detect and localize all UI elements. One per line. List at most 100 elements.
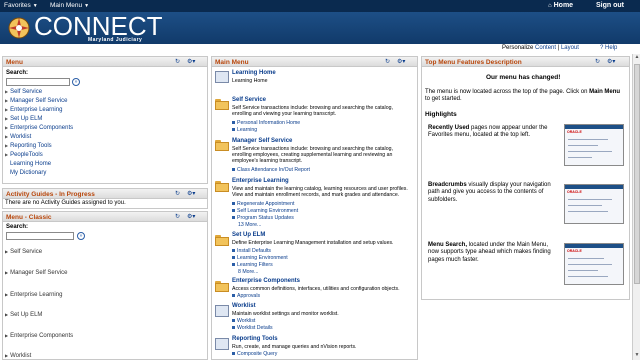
refresh-icon[interactable]: ↻ (175, 190, 180, 197)
expand-arrow-icon: ▶ (5, 152, 9, 157)
help-label: Help (605, 45, 618, 51)
classic-item-self-service[interactable]: ▶ Self Service (5, 249, 42, 255)
home-link[interactable]: ⌂ Home (548, 2, 573, 9)
menu-search-screenshot: ORACLE (564, 243, 624, 285)
main-entry-enterprise-components[interactable]: Enterprise Components (232, 278, 300, 284)
scroll-down-icon[interactable]: ▼ (633, 352, 640, 360)
favorites-menu[interactable]: Favorites ▼ (4, 2, 38, 9)
pagelet-header: Activity Guides - In Progress ↻ ⚙▾ (3, 189, 207, 199)
menu-search-input[interactable] (6, 78, 70, 86)
sublink[interactable]: Worklist Details (232, 325, 273, 331)
breadcrumbs-bold: Breadcrumbs (428, 182, 467, 188)
reporting-tools-icon (215, 338, 229, 350)
main-entry-enterprise-learning[interactable]: Enterprise Learning (232, 178, 289, 184)
bullet-icon (232, 326, 235, 330)
classic-search-input[interactable] (6, 232, 74, 240)
scroll-thumb[interactable] (634, 64, 640, 284)
sublink[interactable]: Install Defaults (232, 248, 271, 254)
folder-icon (215, 181, 229, 192)
features-intro: The menu is now located across the top o… (425, 89, 625, 104)
settings-icon[interactable]: ⚙▾ (397, 58, 405, 65)
personalize-layout-link[interactable]: Layout (561, 45, 579, 51)
settings-icon[interactable]: ⚙▾ (187, 213, 195, 220)
sublink-label: Personal Information Home (237, 120, 301, 126)
personalize-label: Personalize (502, 45, 534, 51)
menu-item-enterprise-learning[interactable]: ▶ Enterprise Learning (5, 107, 62, 113)
classic-item-set-up-elm[interactable]: ▶ Set Up ELM (5, 312, 42, 318)
menu-item-manager-self-service[interactable]: ▶ Manager Self Service (5, 98, 67, 104)
entry-description: Self Service transactions include: brows… (232, 105, 393, 118)
pagelet-title: Menu - Classic (6, 213, 52, 221)
sublink[interactable]: Program Status Updates (232, 215, 294, 221)
sublink[interactable]: Worklist (232, 318, 255, 324)
settings-icon[interactable]: ⚙▾ (187, 58, 195, 65)
menu-item-enterprise-components[interactable]: ▶ Enterprise Components (5, 125, 73, 131)
classic-item-label: Enterprise Learning (10, 292, 63, 298)
folder-icon (215, 99, 229, 110)
sublink[interactable]: Learning Filters (232, 262, 273, 268)
main-menu-label: Main Menu (50, 2, 83, 9)
menu-item-label: Enterprise Learning (10, 107, 63, 113)
sublink[interactable]: Composite Query (232, 351, 277, 357)
recently-used-screenshot: ORACLE (564, 124, 624, 166)
sublink[interactable]: Learning Environment (232, 255, 288, 261)
refresh-icon[interactable]: ↻ (385, 58, 390, 65)
main-entry-self-service[interactable]: Self Service (232, 97, 266, 103)
scroll-up-icon[interactable]: ▲ (633, 54, 640, 62)
sublink[interactable]: Approvals (232, 293, 260, 299)
classic-item-label: Self Service (10, 249, 43, 255)
menu-item-my-dictionary[interactable]: My Dictionary (10, 170, 46, 176)
pagelet-header: Top Menu Features Description ↻ ⚙▾ (422, 57, 629, 67)
menu-search-bold: Menu Search, (428, 242, 468, 248)
recent-description: Recently Used pages now appear under the… (428, 125, 556, 140)
more-link[interactable]: 8 More... (238, 269, 258, 275)
menu-item-learning-home[interactable]: Learning Home (10, 161, 51, 167)
recent-bold: Recently Used (428, 125, 470, 131)
refresh-icon[interactable]: ↻ (595, 58, 600, 65)
main-entry-set-up-elm[interactable]: Set Up ELM (232, 232, 265, 238)
search-go-icon[interactable]: » (72, 78, 80, 86)
oracle-logo: ORACLE (567, 130, 582, 134)
menu-item-peopletools[interactable]: ▶ PeopleTools (5, 152, 43, 158)
settings-icon[interactable]: ⚙▾ (187, 190, 195, 197)
refresh-icon[interactable]: ↻ (175, 58, 180, 65)
classic-item-worklist[interactable]: ▶ Worklist (5, 353, 31, 359)
main-menu-dropdown[interactable]: Main Menu ▼ (50, 2, 89, 9)
pagelet-header: Menu ↻ ⚙▾ (3, 57, 207, 67)
more-link[interactable]: 13 More... (238, 222, 261, 228)
sublink[interactable]: Class Attendance In/Out Report (232, 167, 310, 173)
entry-description: View and maintain the learning catalog, … (232, 186, 408, 199)
menu-item-worklist[interactable]: ▶ Worklist (5, 134, 31, 140)
menu-item-self-service[interactable]: ▶ Self Service (5, 89, 42, 95)
expand-arrow-icon: ▶ (5, 125, 9, 130)
classic-item-manager-self-service[interactable]: ▶ Manager Self Service (5, 270, 67, 276)
menu-item-set-up-elm[interactable]: ▶ Set Up ELM (5, 116, 42, 122)
sublink[interactable]: Learning (232, 127, 257, 133)
classic-item-enterprise-components[interactable]: ▶ Enterprise Components (5, 333, 73, 339)
expand-arrow-icon: ▶ (5, 353, 9, 358)
bullet-icon (232, 209, 235, 213)
settings-icon[interactable]: ⚙▾ (607, 58, 615, 65)
main-entry-manager-self-service[interactable]: Manager Self Service (232, 138, 292, 144)
page-scrollbar[interactable]: ▲ ▼ (632, 54, 640, 360)
classic-item-enterprise-learning[interactable]: ▶ Enterprise Learning (5, 292, 62, 298)
sublink[interactable]: Regenerate Appointment (232, 201, 294, 207)
pagelet-header: Main Menu ↻ ⚙▾ (212, 57, 417, 67)
help-link[interactable]: ? Help (600, 45, 617, 51)
main-entry-reporting-tools[interactable]: Reporting Tools (232, 336, 278, 342)
search-go-icon[interactable]: » (77, 232, 85, 240)
search-label: Search: (6, 224, 29, 230)
sublink[interactable]: Personal Information Home (232, 120, 300, 126)
bullet-icon (232, 216, 235, 220)
separator: | (557, 45, 560, 51)
bullet-icon (232, 202, 235, 206)
bullet-icon (232, 128, 235, 132)
sublink-label: Composite Query (237, 351, 278, 357)
sign-out-link[interactable]: Sign out (596, 2, 624, 9)
main-entry-worklist[interactable]: Worklist (232, 303, 256, 309)
menu-item-reporting-tools[interactable]: ▶ Reporting Tools (5, 143, 52, 149)
personalize-content-link[interactable]: Content (535, 45, 556, 51)
refresh-icon[interactable]: ↻ (175, 213, 180, 220)
sublink[interactable]: Self Learning Environment (232, 208, 298, 214)
main-entry-learning-home[interactable]: Learning Home (232, 70, 276, 76)
